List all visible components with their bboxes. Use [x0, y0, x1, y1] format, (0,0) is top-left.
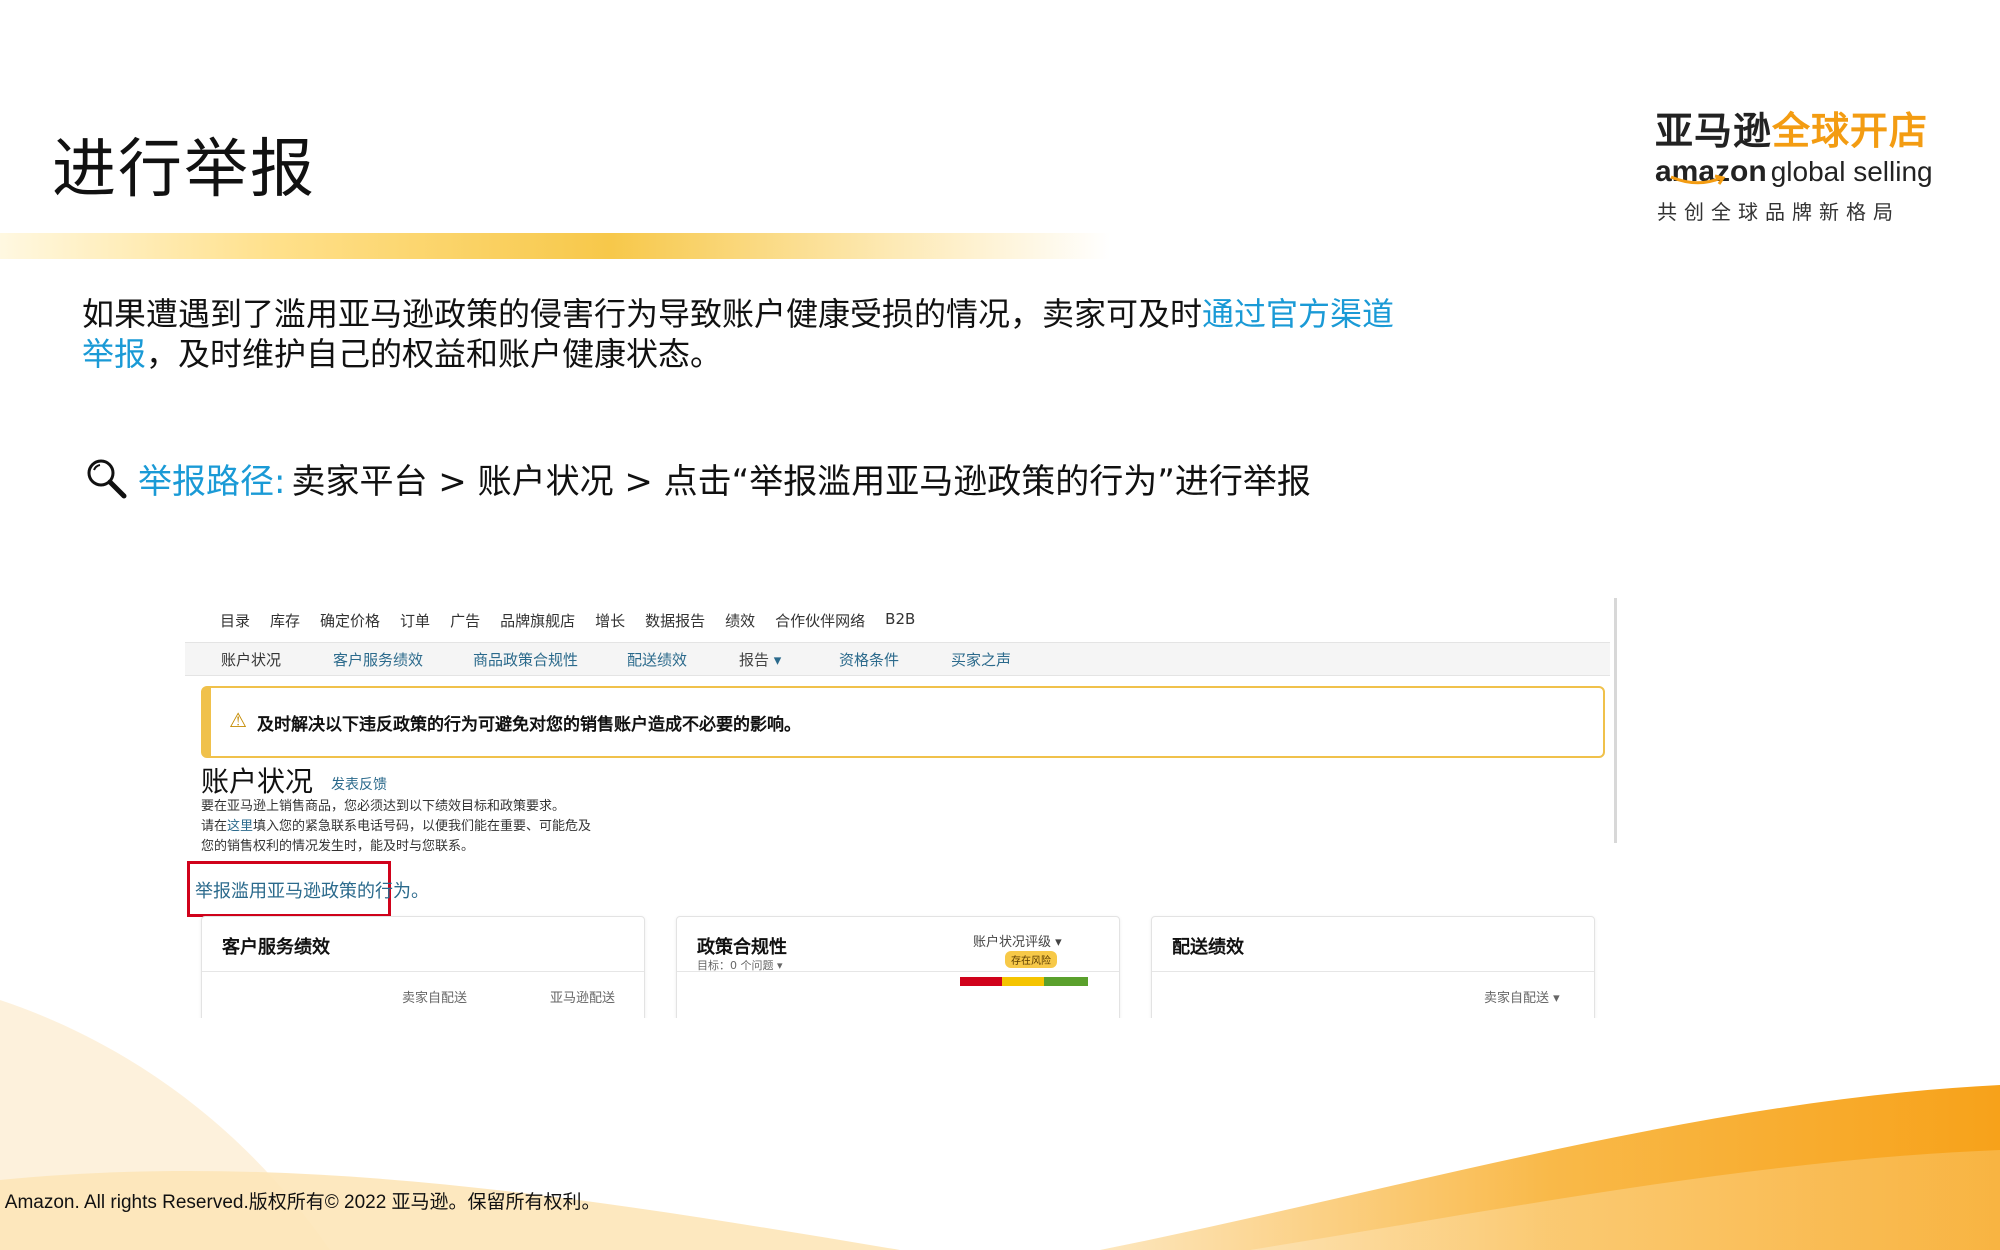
report-abuse-link[interactable]: 举报滥用亚马逊政策的行为。 — [195, 877, 429, 903]
nav-item-catalog[interactable]: 目录 — [220, 610, 250, 631]
nav-item-pricing[interactable]: 确定价格 — [320, 610, 380, 631]
rating-bar-red — [960, 977, 1002, 986]
top-nav: 目录 库存 确定价格 订单 广告 品牌旗舰店 增长 数据报告 绩效 合作伙伴网络… — [220, 610, 915, 631]
tab-policy-compliance[interactable]: 商品政策合规性 — [473, 649, 578, 670]
tab-shipping-performance[interactable]: 配送绩效 — [627, 649, 687, 670]
nav-item-reports[interactable]: 数据报告 — [645, 610, 705, 631]
warning-icon: ⚠ — [229, 708, 247, 732]
tab-voice-of-customer[interactable]: 买家之声 — [951, 649, 1011, 670]
risk-badge: 存在风险 — [1005, 951, 1057, 968]
card-policy-compliance: 政策合规性 目标：0 个问题 ▾ 账户状况评级 ▾ 存在风险 — [676, 916, 1120, 1018]
report-path-text: 卖家平台 > 账户状况 > 点击“举报滥用亚马逊政策的行为”进行举报 — [291, 461, 1311, 502]
nav-item-partner-network[interactable]: 合作伙伴网络 — [775, 610, 865, 631]
tab-reports[interactable]: 报告 ▾ — [739, 649, 781, 670]
account-health-title: 账户状况 — [201, 765, 314, 798]
brand-tagline: 共创全球品牌新格局 — [1657, 200, 1900, 224]
nav-item-stores[interactable]: 品牌旗舰店 — [500, 610, 575, 631]
nav-item-orders[interactable]: 订单 — [400, 610, 430, 631]
account-rating-dropdown[interactable]: 账户状况评级 ▾ — [973, 931, 1062, 950]
alert-text: 及时解决以下违反政策的行为可避免对您的销售账户造成不必要的影响。 — [257, 715, 801, 735]
account-description: 要在亚马逊上销售商品，您必须达到以下绩效目标和政策要求。 请在这里填入您的紧急联… — [201, 799, 592, 854]
footer-copyright: 2 Amazon. All rights Reserved.版权所有© 2022… — [0, 1192, 601, 1213]
here-link[interactable]: 这里 — [227, 819, 253, 834]
sub-nav: 账户状况 客户服务绩效 商品政策合规性 配送绩效 报告 ▾ 资格条件 买家之声 — [185, 642, 1610, 676]
brand-logo: 亚马逊全球开店 amazon global selling 共创全球品牌新格局 — [1655, 100, 1933, 225]
nav-item-inventory[interactable]: 库存 — [270, 610, 300, 631]
intro-paragraph: 如果遭遇到了滥用亚马逊政策的侵害行为导致账户健康受损的情况，卖家可及时通过官方渠… — [82, 295, 1395, 373]
rating-bar-yellow — [1002, 977, 1044, 986]
magnifier-icon — [87, 459, 127, 499]
nav-item-performance[interactable]: 绩效 — [725, 610, 755, 631]
slide-title: 进行举报 — [52, 133, 316, 207]
col-merchant-fulfilled: 卖家自配送 — [402, 991, 468, 1006]
card-customer-service: 客户服务绩效 卖家自配送 亚马逊配送 — [201, 916, 645, 1018]
col-amazon-fulfilled: 亚马逊配送 — [550, 991, 616, 1006]
nav-item-advertising[interactable]: 广告 — [450, 610, 480, 631]
brand-cn-name: 亚马逊全球开店 — [1655, 109, 1929, 153]
rating-bar-green — [1044, 977, 1088, 986]
card-shipping-performance: 配送绩效 卖家自配送 ▾ — [1151, 916, 1595, 1018]
card-title: 客户服务绩效 — [222, 937, 330, 958]
seller-central-screenshot: 目录 库存 确定价格 订单 广告 品牌旗舰店 增长 数据报告 绩效 合作伙伴网络… — [185, 598, 1617, 1018]
tab-account-health[interactable]: 账户状况 — [221, 649, 281, 670]
title-underline-bar — [0, 233, 1110, 259]
warning-alert: ⚠ 及时解决以下违反政策的行为可避免对您的销售账户造成不必要的影响。 — [201, 686, 1605, 758]
feedback-link[interactable]: 发表反馈 — [331, 774, 387, 794]
card-title: 政策合规性 — [697, 937, 787, 958]
fulfillment-dropdown[interactable]: 卖家自配送 ▾ — [1484, 987, 1560, 1006]
amazon-smile-icon — [1670, 174, 1726, 185]
nav-item-growth[interactable]: 增长 — [595, 610, 625, 631]
report-path-label: 举报路径: — [138, 461, 286, 502]
tab-eligibility[interactable]: 资格条件 — [839, 649, 899, 670]
nav-item-b2b[interactable]: B2B — [885, 610, 915, 631]
report-path-row: 举报路径: 卖家平台 > 账户状况 > 点击“举报滥用亚马逊政策的行为”进行举报 — [82, 450, 1311, 506]
tab-customer-service[interactable]: 客户服务绩效 — [333, 649, 423, 670]
card-title: 配送绩效 — [1172, 937, 1244, 958]
